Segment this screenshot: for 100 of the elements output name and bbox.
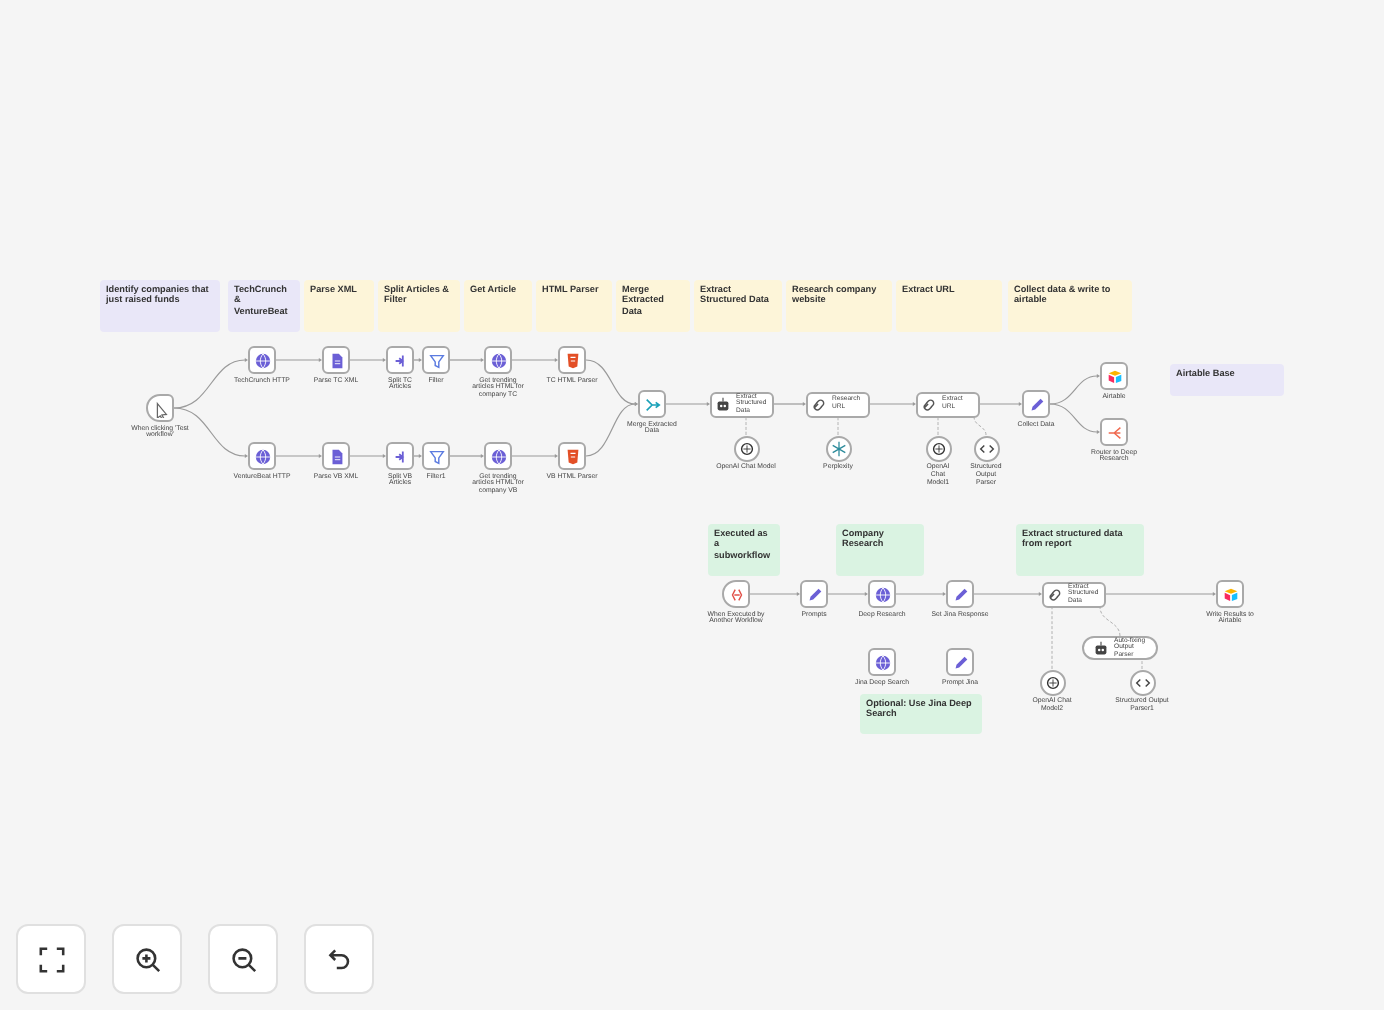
workflow-node[interactable] [484,442,512,470]
workflow-node[interactable] [322,442,350,470]
connector-arrow [973,592,1042,596]
connector-arrow [1049,374,1100,405]
undo-button[interactable] [304,924,374,994]
doc-icon [327,447,345,465]
connector-arrow [869,402,916,406]
workflow-node[interactable] [800,580,828,608]
workflow-node[interactable] [422,346,450,374]
workflow-node[interactable] [868,580,896,608]
airtable-icon [1221,585,1239,603]
workflow-node[interactable] [386,346,414,374]
connector-arrow [665,402,710,406]
connector-line [937,416,939,436]
workflow-node[interactable] [973,435,999,461]
workflow-node[interactable] [868,648,896,676]
pen-icon [951,585,969,603]
workflow-node[interactable] [248,442,276,470]
robot-icon [1092,639,1110,657]
connector-arrow [413,454,422,458]
connector-arrow [773,402,806,406]
globe-icon [489,351,507,369]
workflow-node[interactable] [638,390,666,418]
workflow-node[interactable] [1039,669,1065,695]
connector-arrow [827,592,868,596]
openai-icon [1043,673,1061,691]
connector-arrow [979,402,1022,406]
connector-arrow [275,454,322,458]
pen-icon [1027,395,1045,413]
cursor-icon [151,399,169,417]
zoom-out-button[interactable] [208,924,278,994]
workflow-node[interactable] [825,435,851,461]
connector-line [1141,659,1143,670]
pen-icon [951,653,969,671]
connector-arrow [449,358,484,362]
workflow-node[interactable] [322,346,350,374]
connector-line [745,416,747,436]
globe-icon [489,447,507,465]
connector-line [1051,606,1053,670]
html-icon [563,351,581,369]
connector-arrow [511,358,558,362]
connector-arrow [449,454,484,458]
workflow-node[interactable] [733,435,759,461]
zoom-in-button[interactable] [112,924,182,994]
merge-icon [643,395,661,413]
connector-arrow [1105,592,1216,596]
workflow-node[interactable] [558,442,586,470]
zoom-out-icon [227,943,259,975]
connector-arrow [413,358,422,362]
pen-icon [805,585,823,603]
filter-icon [427,351,445,369]
exec-icon [727,585,745,603]
globe-icon [253,351,271,369]
filter-icon [427,447,445,465]
html-icon [563,447,581,465]
workflow-node[interactable] [248,346,276,374]
doc-icon [327,351,345,369]
connector-arrow [895,592,946,596]
split-icon [391,351,409,369]
connector-arrow [749,592,800,596]
workflow-node[interactable] [1129,669,1155,695]
connector-line [973,416,987,436]
workflow-node[interactable] [1100,362,1128,390]
robot-icon [714,395,732,413]
router-icon [1105,423,1123,441]
perplexity-icon [829,439,847,457]
workflow-node[interactable] [1100,418,1128,446]
split-icon [391,447,409,465]
connector-arrow [511,454,558,458]
airtable-icon [1105,367,1123,385]
code-icon [977,439,995,457]
fit-button[interactable] [16,924,86,994]
connector-line [837,416,839,436]
code-icon [1133,673,1151,691]
workflow-node[interactable] [386,442,414,470]
workflow-node[interactable] [422,442,450,470]
connector-arrow [275,358,322,362]
openai-icon [737,439,755,457]
workflow-node[interactable] [484,346,512,374]
fit-view-icon [35,943,67,975]
globe-icon [873,653,891,671]
workflow-node[interactable] [558,346,586,374]
workflow-node[interactable] [146,394,174,422]
workflow-node[interactable] [722,580,750,608]
openai-icon [929,439,947,457]
workflow-node[interactable] [1022,390,1050,418]
connector-arrow [349,454,386,458]
link-icon [1046,585,1064,603]
zoom-in-icon [131,943,163,975]
globe-icon [873,585,891,603]
connector-line [1099,606,1121,637]
globe-icon [253,447,271,465]
workflow-node[interactable] [925,435,951,461]
link-icon [920,395,938,413]
connector-arrow [349,358,386,362]
workflow-node[interactable] [946,648,974,676]
connector-arrow [173,407,248,458]
workflow-node[interactable] [946,580,974,608]
link-icon [810,395,828,413]
workflow-node[interactable] [1216,580,1244,608]
